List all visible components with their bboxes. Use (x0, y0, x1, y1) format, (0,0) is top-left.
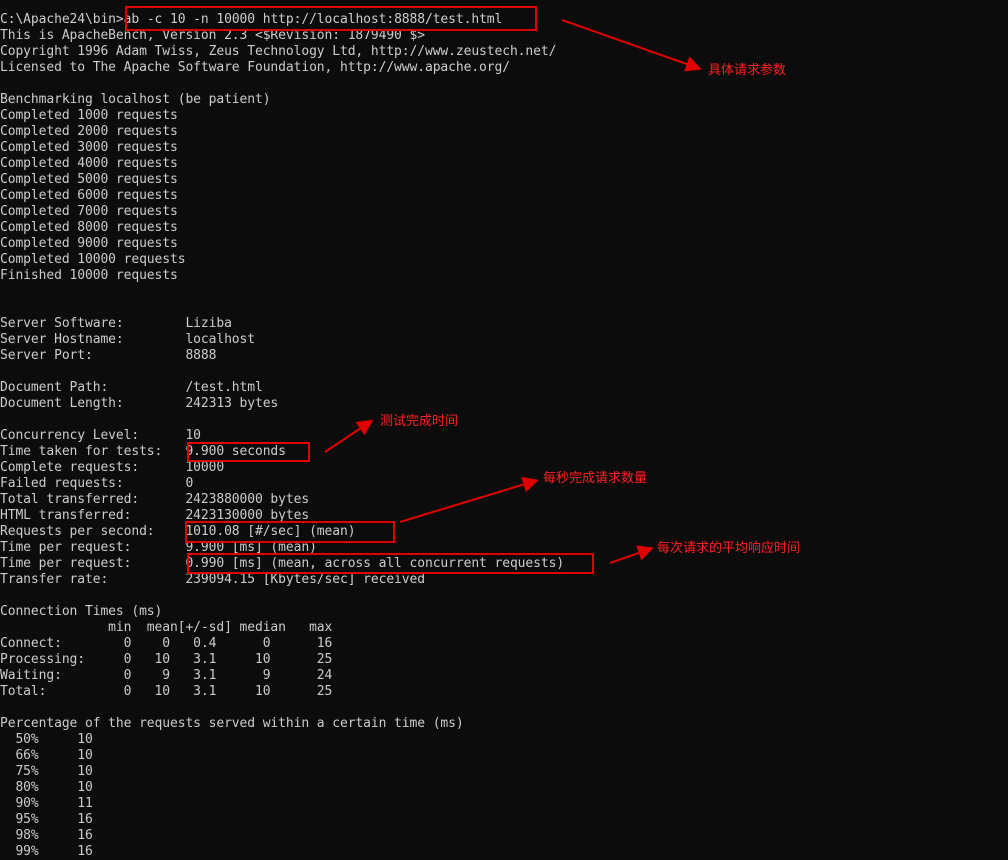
percentage-line: 66% 10 (0, 748, 93, 763)
connection-times-line: Total: 0 10 3.1 10 25 (0, 684, 333, 699)
banner-line: Copyright 1996 Adam Twiss, Zeus Technolo… (0, 44, 557, 59)
time-taken-highlight-box (187, 442, 310, 462)
percentage-line: 95% 16 (0, 812, 93, 827)
progress-line: Completed 10000 requests (0, 252, 186, 267)
percentage-line: 50% 10 (0, 732, 93, 747)
annotation-test-time: 测试完成时间 (380, 414, 459, 429)
progress-line: Completed 3000 requests (0, 140, 178, 155)
percentage-line: Percentage of the requests served within… (0, 716, 464, 731)
annotation-avg-response-time: 每次请求的平均响应时间 (657, 541, 801, 556)
document-line: Document Length: 242313 bytes (0, 396, 279, 411)
progress-line: Completed 1000 requests (0, 108, 178, 123)
progress-line: Completed 8000 requests (0, 220, 178, 235)
arrow-time-taken (324, 419, 374, 453)
progress-line: Completed 6000 requests (0, 188, 178, 203)
percentage-line: 80% 10 (0, 780, 93, 795)
stats-line: Failed requests: 0 (0, 476, 194, 491)
server-line: Server Hostname: localhost (0, 332, 255, 347)
progress-line: Completed 9000 requests (0, 236, 178, 251)
server-line: Server Software: Liziba (0, 316, 232, 331)
arrow-avg-time (609, 545, 654, 564)
requests-per-second-highlight-box (185, 521, 395, 543)
stats-line: Complete requests: 10000 (0, 460, 225, 475)
progress-line: Completed 7000 requests (0, 204, 178, 219)
connection-times-line: Connection Times (ms) (0, 604, 163, 619)
progress-line: Finished 10000 requests (0, 268, 178, 283)
arrow-command (561, 19, 702, 72)
stats-line: Total transferred: 2423880000 bytes (0, 492, 310, 507)
connection-times-line: min mean[+/-sd] median max (0, 620, 333, 635)
progress-line: Completed 2000 requests (0, 124, 178, 139)
command-highlight-box (125, 6, 537, 31)
time-per-request-highlight-box (187, 553, 594, 574)
progress-line: Completed 4000 requests (0, 156, 178, 171)
progress-line: Completed 5000 requests (0, 172, 178, 187)
arrow-rps (399, 476, 539, 523)
terminal-window[interactable]: C:\Apache24\bin>ab -c 10 -n 10000 http:/… (0, 0, 1008, 860)
percentage-line: 98% 16 (0, 828, 93, 843)
document-line: Document Path: /test.html (0, 380, 263, 395)
stats-line: Concurrency Level: 10 (0, 428, 201, 443)
annotation-requests-per-second: 每秒完成请求数量 (543, 471, 648, 486)
progress-line: Benchmarking localhost (be patient) (0, 92, 271, 107)
banner-line: Licensed to The Apache Software Foundati… (0, 60, 510, 75)
percentage-line: 99% 16 (0, 844, 93, 859)
connection-times-line: Waiting: 0 9 3.1 9 24 (0, 668, 333, 683)
annotation-command-params: 具体请求参数 (708, 63, 787, 78)
stats-line: Transfer rate: 239094.15 [Kbytes/sec] re… (0, 572, 425, 587)
percentage-line: 90% 11 (0, 796, 93, 811)
server-line: Server Port: 8888 (0, 348, 217, 363)
prompt: C:\Apache24\bin> (0, 12, 124, 27)
percentage-line: 75% 10 (0, 764, 93, 779)
connection-times-line: Processing: 0 10 3.1 10 25 (0, 652, 333, 667)
connection-times-line: Connect: 0 0 0.4 0 16 (0, 636, 333, 651)
